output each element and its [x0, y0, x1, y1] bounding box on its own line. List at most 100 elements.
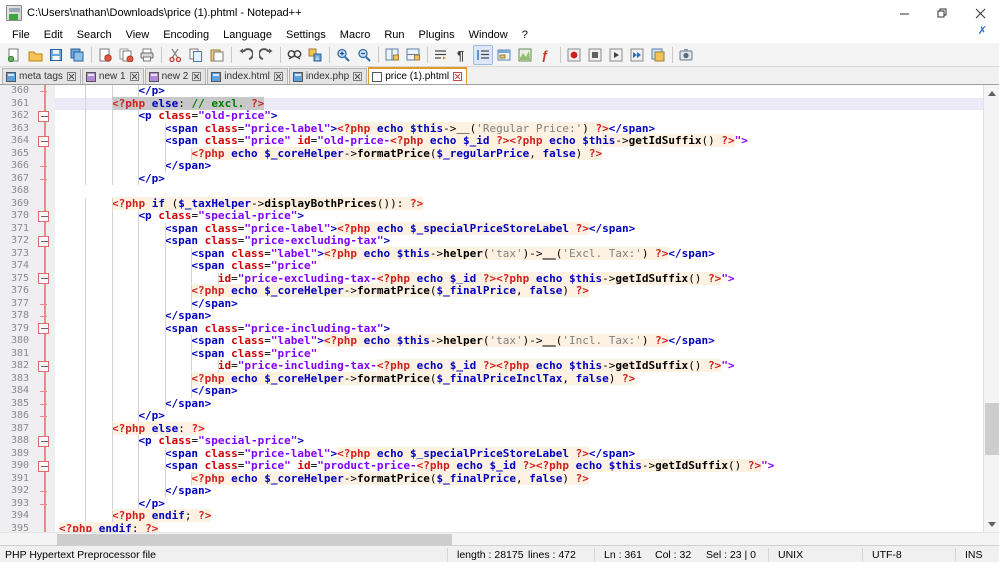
code-text-area[interactable]: </p> <?php else: // excl. ?> <p class="old… [55, 85, 999, 532]
find-icon[interactable] [284, 45, 304, 65]
menu-window[interactable]: Window [462, 28, 515, 42]
code-line[interactable]: </p> [55, 409, 999, 423]
print-icon[interactable] [137, 45, 157, 65]
tab-close-icon[interactable] [129, 72, 139, 81]
code-token: $_regularPrice [436, 146, 530, 160]
vertical-scrollbar[interactable] [983, 85, 999, 532]
code-line[interactable]: <?php endif; ?> [55, 521, 999, 532]
minimize-button[interactable] [885, 0, 923, 26]
indent-guide [138, 210, 140, 223]
status-encoding: UTF-8 [872, 548, 902, 561]
save-macro-icon[interactable] [648, 45, 668, 65]
close-file-icon[interactable] [95, 45, 115, 65]
code-line[interactable]: </p> [55, 85, 999, 98]
cut-icon[interactable] [165, 45, 185, 65]
word-wrap-icon[interactable] [431, 45, 451, 65]
indent-guide [111, 460, 113, 473]
code-editor[interactable]: 360 361 362 363 364 365 366 367 368 369 370 371 372 3… [0, 85, 999, 532]
code-line[interactable]: </span> [55, 159, 999, 173]
fold-toggle[interactable] [38, 135, 49, 147]
show-all-characters-icon[interactable]: ¶ [452, 45, 472, 65]
new-file-icon[interactable] [4, 45, 24, 65]
sync-vertical-scroll-icon[interactable] [382, 45, 402, 65]
indent-guide [111, 135, 113, 148]
code-line[interactable] [55, 185, 999, 198]
replace-icon[interactable]: a [305, 45, 325, 65]
code-line[interactable]: <span class="price" id="old-price-<?php … [55, 134, 999, 148]
menu-settings[interactable]: Settings [279, 28, 333, 42]
code-token: </span> [668, 246, 715, 260]
zoom-in-icon[interactable] [333, 45, 353, 65]
menu-macro[interactable]: Macro [333, 28, 378, 42]
fold-toggle[interactable] [38, 235, 49, 247]
tab-new-1[interactable]: new 1 [81, 68, 144, 84]
redo-icon[interactable] [256, 45, 276, 65]
fold-toggle[interactable] [38, 360, 49, 372]
save-all-icon[interactable] [67, 45, 87, 65]
fold-toggle[interactable] [38, 460, 49, 472]
record-macro-icon[interactable] [564, 45, 584, 65]
fold-toggle[interactable] [38, 273, 49, 284]
open-file-icon[interactable] [25, 45, 45, 65]
tab-close-icon[interactable] [273, 72, 283, 81]
restore-button[interactable] [923, 0, 961, 26]
code-token: </p> [138, 496, 165, 510]
paste-icon[interactable] [207, 45, 227, 65]
tab-index-php[interactable]: index.php [288, 68, 368, 84]
fast-playback-icon[interactable] [627, 45, 647, 65]
code-line[interactable]: <span class="price" id="product-price-<?… [55, 459, 999, 473]
scroll-down-button[interactable] [984, 516, 999, 532]
code-token: <p [138, 434, 159, 447]
menu-run[interactable]: Run [377, 28, 411, 42]
horizontal-scrollbar[interactable] [0, 532, 999, 545]
save-icon[interactable] [46, 45, 66, 65]
sync-horizontal-scroll-icon[interactable] [403, 45, 423, 65]
copy-icon[interactable] [186, 45, 206, 65]
code-line[interactable]: </p> [55, 172, 999, 185]
fold-toggle[interactable] [38, 323, 49, 334]
code-line[interactable]: </span> [55, 484, 999, 498]
document-map-icon[interactable] [515, 45, 535, 65]
indent-guide [111, 310, 113, 323]
stop-macro-icon[interactable] [585, 45, 605, 65]
fold-toggle[interactable] [38, 210, 49, 222]
function-list-icon[interactable]: ƒ [536, 45, 556, 65]
code-folding-column[interactable] [33, 85, 55, 532]
undo-icon[interactable] [235, 45, 255, 65]
zoom-out-icon[interactable] [354, 45, 374, 65]
tab-meta-tags[interactable]: meta tags [2, 68, 81, 84]
menu-help[interactable]: ? [515, 28, 535, 42]
play-macro-icon[interactable] [606, 45, 626, 65]
tab-price-phtml[interactable]: price (1).phtml [368, 67, 468, 84]
menu-plugins[interactable]: Plugins [412, 28, 462, 42]
tab-index-html[interactable]: index.html [207, 68, 288, 84]
tab-close-icon[interactable] [353, 72, 363, 81]
fold-toggle[interactable] [38, 435, 49, 447]
menu-search[interactable]: Search [70, 28, 119, 42]
close-button[interactable] [961, 0, 999, 26]
menu-view[interactable]: View [119, 28, 157, 42]
menu-edit[interactable]: Edit [37, 28, 70, 42]
tab-close-icon[interactable] [453, 72, 463, 81]
fold-toggle[interactable] [38, 110, 49, 122]
code-token: ( [482, 246, 490, 260]
code-line[interactable]: id="price-including-tax-<?php echo $_id … [55, 359, 999, 373]
close-all-icon[interactable] [116, 45, 136, 65]
code-line[interactable]: </span> [55, 397, 999, 410]
close-document-button[interactable]: ✗ [978, 24, 987, 37]
tab-close-icon[interactable] [66, 72, 76, 81]
code-line[interactable]: <span class="price" [55, 259, 999, 273]
user-defined-dialog-icon[interactable] [494, 45, 514, 65]
horizontal-scroll-thumb[interactable] [57, 534, 452, 545]
menu-encoding[interactable]: Encoding [156, 28, 216, 42]
code-line[interactable]: <?php endif; ?> [55, 509, 999, 523]
menu-file[interactable]: File [5, 28, 37, 42]
run-icon[interactable] [676, 45, 696, 65]
scroll-up-button[interactable] [984, 85, 999, 101]
tab-new-2[interactable]: new 2 [144, 68, 207, 84]
indent-guide-icon[interactable] [473, 44, 493, 65]
tab-close-icon[interactable] [192, 72, 202, 81]
menu-language[interactable]: Language [216, 28, 279, 42]
vertical-scroll-thumb[interactable] [985, 403, 999, 455]
svg-text:¶: ¶ [457, 48, 464, 62]
